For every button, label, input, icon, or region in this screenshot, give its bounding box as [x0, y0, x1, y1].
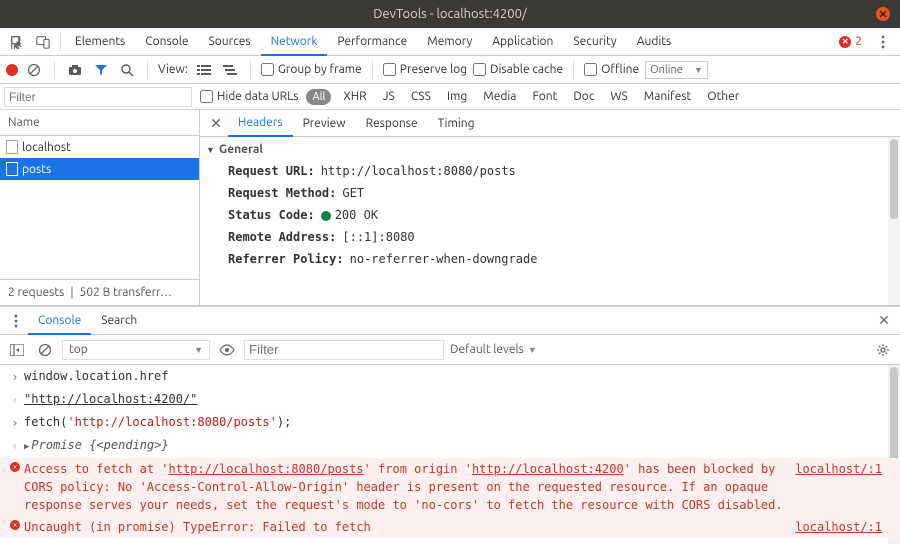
chevron-right-icon: ›: [6, 540, 24, 544]
console-result-line: ‹ "http://localhost:4200/": [0, 388, 900, 411]
console-settings-icon[interactable]: [872, 343, 894, 357]
header-status-code: Status Code:200 OK: [200, 204, 888, 226]
offline-checkbox[interactable]: Offline: [584, 63, 639, 76]
close-detail-icon[interactable]: ✕: [204, 115, 228, 132]
document-icon: [6, 162, 18, 176]
main-toolbar: Elements Console Sources Network Perform…: [0, 28, 900, 56]
console-output[interactable]: › window.location.href ‹ "http://localho…: [0, 365, 900, 544]
drawer: Console Search ✕ top▼ Default levels▼ › …: [0, 306, 900, 544]
tab-performance[interactable]: Performance: [327, 28, 417, 55]
network-toolbar: View: Group by frame Preserve log Disabl…: [0, 56, 900, 84]
filter-type-doc[interactable]: Doc: [569, 88, 598, 105]
record-button[interactable]: [6, 64, 18, 76]
search-network-icon[interactable]: [117, 63, 137, 77]
filter-bar: Hide data URLs All XHR JS CSS Img Media …: [0, 84, 900, 110]
filter-type-all[interactable]: All: [306, 89, 331, 105]
request-list-pane: Name localhost posts 2 requests | 502 B …: [0, 110, 200, 305]
console-clear-icon[interactable]: [34, 343, 56, 357]
devtools-tabs: Elements Console Sources Network Perform…: [65, 28, 681, 55]
hide-data-urls-checkbox[interactable]: Hide data URLs: [200, 90, 298, 103]
expand-icon[interactable]: ▶: [24, 442, 29, 452]
console-result-line: ‹ ▶Promise {<pending>}: [0, 434, 900, 458]
console-error-line: ✕ Uncaught (in promise) TypeError: Faile…: [0, 516, 900, 538]
console-input-line: › window.location.href: [0, 365, 900, 388]
waterfall-toggle-icon[interactable]: [220, 64, 240, 76]
live-expression-icon[interactable]: [216, 344, 238, 356]
drawer-close-icon[interactable]: ✕: [872, 312, 896, 329]
window-titlebar: DevTools - localhost:4200/: [0, 0, 900, 28]
console-toolbar: top▼ Default levels▼: [0, 335, 900, 365]
console-filter-input[interactable]: [244, 340, 444, 360]
chevron-left-icon: ‹: [6, 436, 24, 456]
tab-sources[interactable]: Sources: [198, 28, 260, 55]
document-icon: [6, 140, 18, 154]
section-general[interactable]: ▼General: [200, 137, 888, 160]
filter-type-manifest[interactable]: Manifest: [640, 88, 695, 105]
disable-cache-checkbox[interactable]: Disable cache: [473, 63, 563, 76]
request-detail-pane: ✕ Headers Preview Response Timing ▼Gener…: [200, 110, 900, 305]
detail-tab-response[interactable]: Response: [356, 110, 428, 136]
screenshot-icon[interactable]: [65, 64, 85, 76]
network-status-bar: 2 requests | 502 B transferr…: [0, 279, 199, 305]
filter-type-font[interactable]: Font: [528, 88, 561, 105]
window-close-button[interactable]: [876, 7, 890, 21]
drawer-tab-console[interactable]: Console: [28, 307, 91, 335]
status-dot-icon: [321, 211, 331, 221]
more-menu-icon[interactable]: [870, 28, 896, 55]
throttling-select[interactable]: Online▼: [645, 61, 708, 79]
log-levels-select[interactable]: Default levels▼: [450, 343, 537, 356]
filter-type-css[interactable]: CSS: [407, 88, 435, 105]
tab-security[interactable]: Security: [563, 28, 626, 55]
scrollbar[interactable]: [888, 137, 900, 305]
tab-memory[interactable]: Memory: [417, 28, 482, 55]
tab-application[interactable]: Application: [482, 28, 563, 55]
detail-tab-timing[interactable]: Timing: [428, 110, 485, 136]
chevron-right-icon: ›: [6, 367, 24, 386]
tab-console[interactable]: Console: [135, 28, 198, 55]
filter-type-media[interactable]: Media: [479, 88, 520, 105]
drawer-menu-icon[interactable]: [4, 314, 28, 328]
filter-type-img[interactable]: Img: [443, 88, 471, 105]
preserve-log-checkbox[interactable]: Preserve log: [383, 63, 467, 76]
detail-tabs: ✕ Headers Preview Response Timing: [200, 110, 900, 137]
column-header-name[interactable]: Name: [0, 110, 199, 136]
chevron-left-icon: ‹: [6, 390, 24, 409]
clear-icon[interactable]: [24, 63, 44, 77]
header-request-method: Request Method:GET: [200, 182, 888, 204]
request-row[interactable]: posts: [0, 158, 199, 180]
detail-tab-headers[interactable]: Headers: [228, 110, 293, 137]
tab-network[interactable]: Network: [261, 28, 328, 56]
error-icon: ✕: [10, 520, 20, 530]
request-row[interactable]: localhost: [0, 136, 199, 158]
network-filter-input[interactable]: [4, 87, 192, 107]
console-input-line: › fetch('http://localhost:8080/posts');: [0, 411, 900, 434]
console-prompt[interactable]: ›: [0, 538, 900, 544]
tab-elements[interactable]: Elements: [65, 28, 135, 55]
chevron-right-icon: ›: [6, 413, 24, 432]
detail-tab-preview[interactable]: Preview: [293, 110, 356, 136]
tab-audits[interactable]: Audits: [627, 28, 682, 55]
header-request-url: Request URL:http://localhost:8080/posts: [200, 160, 888, 182]
device-toolbar-icon[interactable]: [30, 28, 56, 55]
large-rows-icon[interactable]: [194, 64, 214, 76]
filter-type-ws[interactable]: WS: [606, 88, 631, 105]
filter-toggle-icon[interactable]: [91, 64, 111, 76]
error-source-link[interactable]: localhost/:1: [795, 460, 882, 478]
console-context-select[interactable]: top▼: [62, 340, 210, 360]
view-label: View:: [158, 63, 188, 76]
filter-type-js[interactable]: JS: [379, 88, 399, 105]
filter-type-other[interactable]: Other: [703, 88, 743, 105]
error-count-badge[interactable]: ✕2: [839, 35, 862, 48]
header-referrer-policy: Referrer Policy:no-referrer-when-downgra…: [200, 248, 888, 270]
console-sidebar-toggle-icon[interactable]: [6, 344, 28, 356]
group-by-frame-checkbox[interactable]: Group by frame: [261, 63, 362, 76]
error-icon: ✕: [10, 462, 20, 472]
error-source-link[interactable]: localhost/:1: [795, 518, 882, 536]
window-title: DevTools - localhost:4200/: [373, 7, 526, 21]
console-error-line: ✕ Access to fetch at 'http://localhost:8…: [0, 458, 900, 516]
inspect-element-icon[interactable]: [4, 28, 30, 55]
filter-type-xhr[interactable]: XHR: [339, 88, 370, 105]
header-remote-address: Remote Address:[::1]:8080: [200, 226, 888, 248]
drawer-tab-search[interactable]: Search: [91, 307, 147, 334]
